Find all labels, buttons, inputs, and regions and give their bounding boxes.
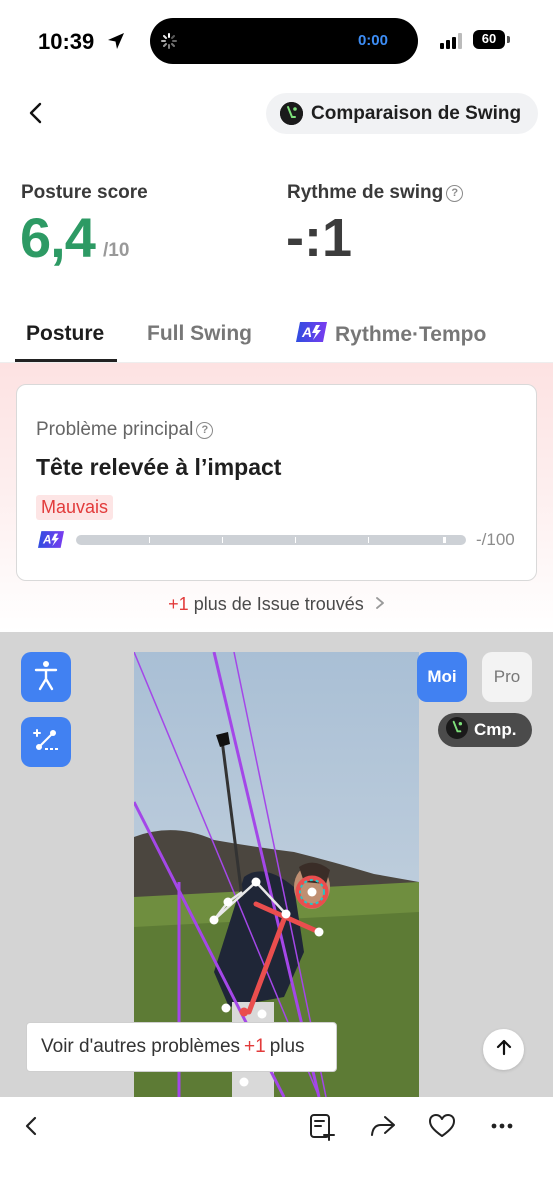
recording-timer: 0:00 — [357, 32, 388, 49]
back-button[interactable] — [26, 100, 46, 131]
posture-score-label: Posture score — [21, 182, 148, 203]
share-icon[interactable] — [369, 1113, 397, 1144]
more-issues-count: +1 — [168, 594, 189, 614]
video-area: Moi Pro Cmp. Voir d'autres problèmes +1 … — [0, 632, 553, 1097]
tab-rythme-tempo[interactable]: A Rythme·Tempo — [296, 322, 486, 348]
other-issues-button[interactable]: Voir d'autres problèmes +1 plus — [26, 1022, 337, 1072]
progress-tick — [443, 537, 446, 543]
progress-tick — [295, 537, 296, 543]
dynamic-island: 0:00 — [150, 18, 418, 64]
person-icon — [32, 659, 60, 696]
posture-score-max: /10 — [103, 240, 130, 261]
compare-button[interactable]: Cmp. — [438, 713, 532, 747]
status-bar: 10:39 0:00 60 — [0, 0, 553, 80]
more-options-icon[interactable] — [490, 1119, 514, 1138]
issue-score: -/100 — [476, 530, 515, 549]
other-issues-text: Voir d'autres problèmes — [41, 1036, 241, 1057]
tab-bar: Posture Full Swing A Rythme·Tempo — [0, 318, 553, 363]
body-pose-button[interactable] — [21, 652, 71, 702]
tab-rythme-label: Rythme·Tempo — [335, 323, 487, 346]
svg-text:A: A — [42, 534, 51, 547]
golf-club-icon — [446, 716, 468, 744]
battery-tip — [507, 36, 510, 43]
draw-lines-button[interactable] — [21, 717, 71, 767]
signal-icon — [440, 33, 464, 54]
rythme-label: Rythme de swing ? — [287, 182, 464, 204]
other-issues-count: +1 — [244, 1036, 266, 1057]
ai-icon: A — [296, 322, 327, 348]
main-issue-label: Problème principal ? — [36, 419, 214, 441]
other-issues-suffix: plus — [269, 1036, 305, 1057]
add-note-icon[interactable] — [309, 1113, 335, 1146]
pro-button[interactable]: Pro — [482, 652, 532, 702]
draw-line-icon — [31, 725, 61, 760]
tab-posture[interactable]: Posture — [26, 322, 104, 346]
chevron-right-icon — [375, 594, 385, 614]
score-progress-bar — [76, 535, 466, 545]
bottom-toolbar — [0, 1097, 553, 1200]
svg-text:A: A — [301, 324, 312, 340]
main-issue-card[interactable]: Problème principal ? Tête relevée à l’im… — [16, 384, 537, 581]
status-time: 10:39 — [38, 29, 95, 54]
heart-icon[interactable] — [428, 1113, 456, 1144]
help-icon[interactable]: ? — [446, 184, 464, 202]
help-icon[interactable]: ? — [196, 421, 214, 439]
arrow-up-icon — [494, 1037, 514, 1062]
compare-label: Cmp. — [474, 720, 517, 739]
posture-score-value: 6,4 — [20, 206, 96, 269]
main-issue-label-text: Problème principal — [36, 419, 194, 440]
swing-comparison-button[interactable]: Comparaison de Swing — [266, 93, 538, 134]
more-issues-text: plus de Issue trouvés — [193, 594, 364, 614]
swing-comparison-label: Comparaison de Swing — [311, 102, 522, 124]
ai-icon: A — [38, 531, 64, 553]
loading-spinner-icon — [160, 32, 178, 55]
battery-level: 60 — [481, 31, 497, 46]
location-arrow-icon — [106, 31, 126, 56]
progress-tick — [222, 537, 223, 543]
progress-tick — [368, 537, 369, 543]
scroll-up-button[interactable] — [483, 1029, 524, 1070]
tab-full-swing[interactable]: Full Swing — [147, 322, 252, 346]
severity-badge: Mauvais — [36, 495, 114, 520]
back-icon[interactable] — [20, 1113, 42, 1144]
progress-tick — [149, 537, 150, 543]
moi-button[interactable]: Moi — [417, 652, 467, 702]
golf-club-icon — [280, 102, 303, 125]
rythme-label-text: Rythme de swing — [287, 182, 444, 203]
main-issue-title: Tête relevée à l’impact — [36, 454, 282, 480]
battery-icon: 60 — [473, 30, 505, 49]
rythme-value: -:1 — [286, 208, 352, 268]
more-issues-link[interactable]: +1 plus de Issue trouvés — [0, 594, 553, 615]
